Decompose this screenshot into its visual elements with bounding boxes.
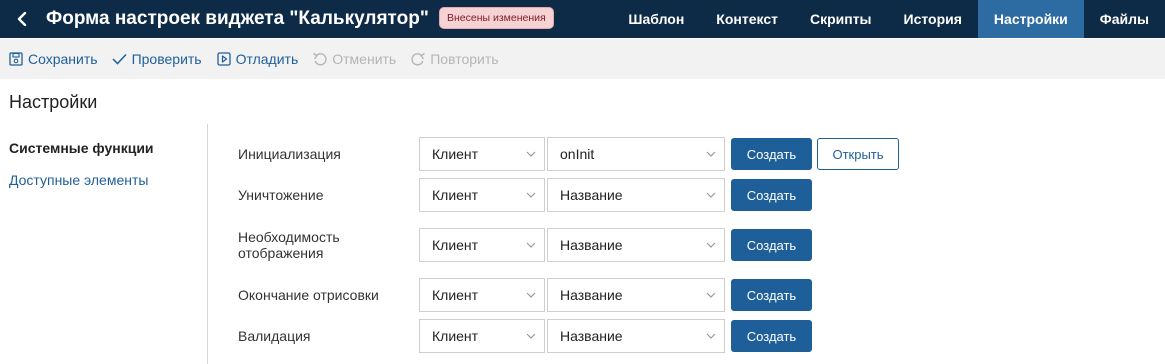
settings-row-initialization: Инициализация Клиент onInit Создать Откр… [238,137,938,171]
back-button[interactable] [12,8,32,30]
chevron-down-icon [526,242,536,248]
page-title: Настройки [9,92,98,112]
settings-sidebar: Системные функции Доступные элементы [0,124,208,364]
function-select-value: Название [560,187,623,203]
changes-status-badge: Внесены изменения [439,7,554,29]
function-select[interactable]: Название [547,178,725,212]
client-select[interactable]: Клиент [419,137,545,171]
page-header-title: Форма настроек виджета "Калькулятор" [46,8,429,29]
redo-icon [410,51,426,67]
row-label: Окончание отрисовки [238,287,379,303]
settings-row-render-end: Окончание отрисовки Клиент Название Созд… [238,278,938,312]
sidebar-item-system-functions[interactable]: Системные функции [9,140,154,156]
tab-files[interactable]: Файлы [1084,0,1165,38]
row-label: Инициализация [238,146,341,162]
check-label: Проверить [131,51,202,67]
create-button[interactable]: Создать [731,279,812,311]
header-bar: Форма настроек виджета "Калькулятор" Вне… [0,0,1165,38]
chevron-down-icon [526,333,536,339]
tab-context[interactable]: Контекст [700,0,794,38]
checkmark-icon [112,51,128,67]
redo-button[interactable]: Повторить [410,51,499,67]
settings-row-display-need: Необходимость отображения Клиент Названи… [238,228,938,262]
chevron-left-icon [17,12,27,26]
sidebar-item-available-elements[interactable]: Доступные элементы [9,172,148,188]
chevron-down-icon [526,151,536,157]
create-button[interactable]: Создать [731,138,812,170]
toolbar: Сохранить Проверить Отладить Отменить По… [0,39,1165,79]
client-select-value: Клиент [432,146,479,162]
function-select[interactable]: Название [547,228,725,262]
save-label: Сохранить [28,51,98,67]
debug-button[interactable]: Отладить [216,51,299,67]
open-button[interactable]: Открыть [817,138,899,170]
chevron-down-icon [706,292,716,298]
chevron-down-icon [706,333,716,339]
chevron-down-icon [526,292,536,298]
client-select[interactable]: Клиент [419,178,545,212]
tab-template[interactable]: Шаблон [612,0,700,38]
header-tabs: Шаблон Контекст Скрипты История Настройк… [612,0,1165,38]
client-select-value: Клиент [432,287,479,303]
function-select-value: Название [560,237,623,253]
chevron-down-icon [706,151,716,157]
client-select-value: Клиент [432,237,479,253]
row-label: Необходимость отображения [238,229,340,261]
create-button[interactable]: Создать [731,229,812,261]
undo-icon [312,51,328,67]
tab-scripts[interactable]: Скрипты [794,0,888,38]
redo-label: Повторить [430,51,499,67]
chevron-down-icon [526,192,536,198]
function-select[interactable]: Название [547,319,725,353]
debug-label: Отладить [235,51,299,67]
check-button[interactable]: Проверить [112,51,202,67]
save-button[interactable]: Сохранить [8,51,98,67]
undo-button[interactable]: Отменить [312,51,396,67]
client-select[interactable]: Клиент [419,319,545,353]
client-select[interactable]: Клиент [419,278,545,312]
settings-row-validation: Валидация Клиент Название Создать [238,319,938,353]
undo-label: Отменить [332,51,397,67]
row-label: Уничтожение [238,187,324,203]
create-button[interactable]: Создать [731,179,812,211]
row-label: Валидация [238,328,311,344]
chevron-down-icon [706,192,716,198]
client-select-value: Клиент [432,328,479,344]
function-select[interactable]: onInit [547,137,725,171]
function-select-value: Название [560,287,623,303]
create-button[interactable]: Создать [731,320,812,352]
function-select-value: Название [560,328,623,344]
settings-row-destroy: Уничтожение Клиент Название Создать [238,178,938,212]
tab-settings[interactable]: Настройки [977,0,1084,38]
chevron-down-icon [706,242,716,248]
function-select-value: onInit [560,146,595,162]
tab-history[interactable]: История [888,0,978,38]
client-select[interactable]: Клиент [419,228,545,262]
client-select-value: Клиент [432,187,479,203]
save-icon [8,51,24,67]
function-select[interactable]: Название [547,278,725,312]
debug-icon [216,51,232,67]
